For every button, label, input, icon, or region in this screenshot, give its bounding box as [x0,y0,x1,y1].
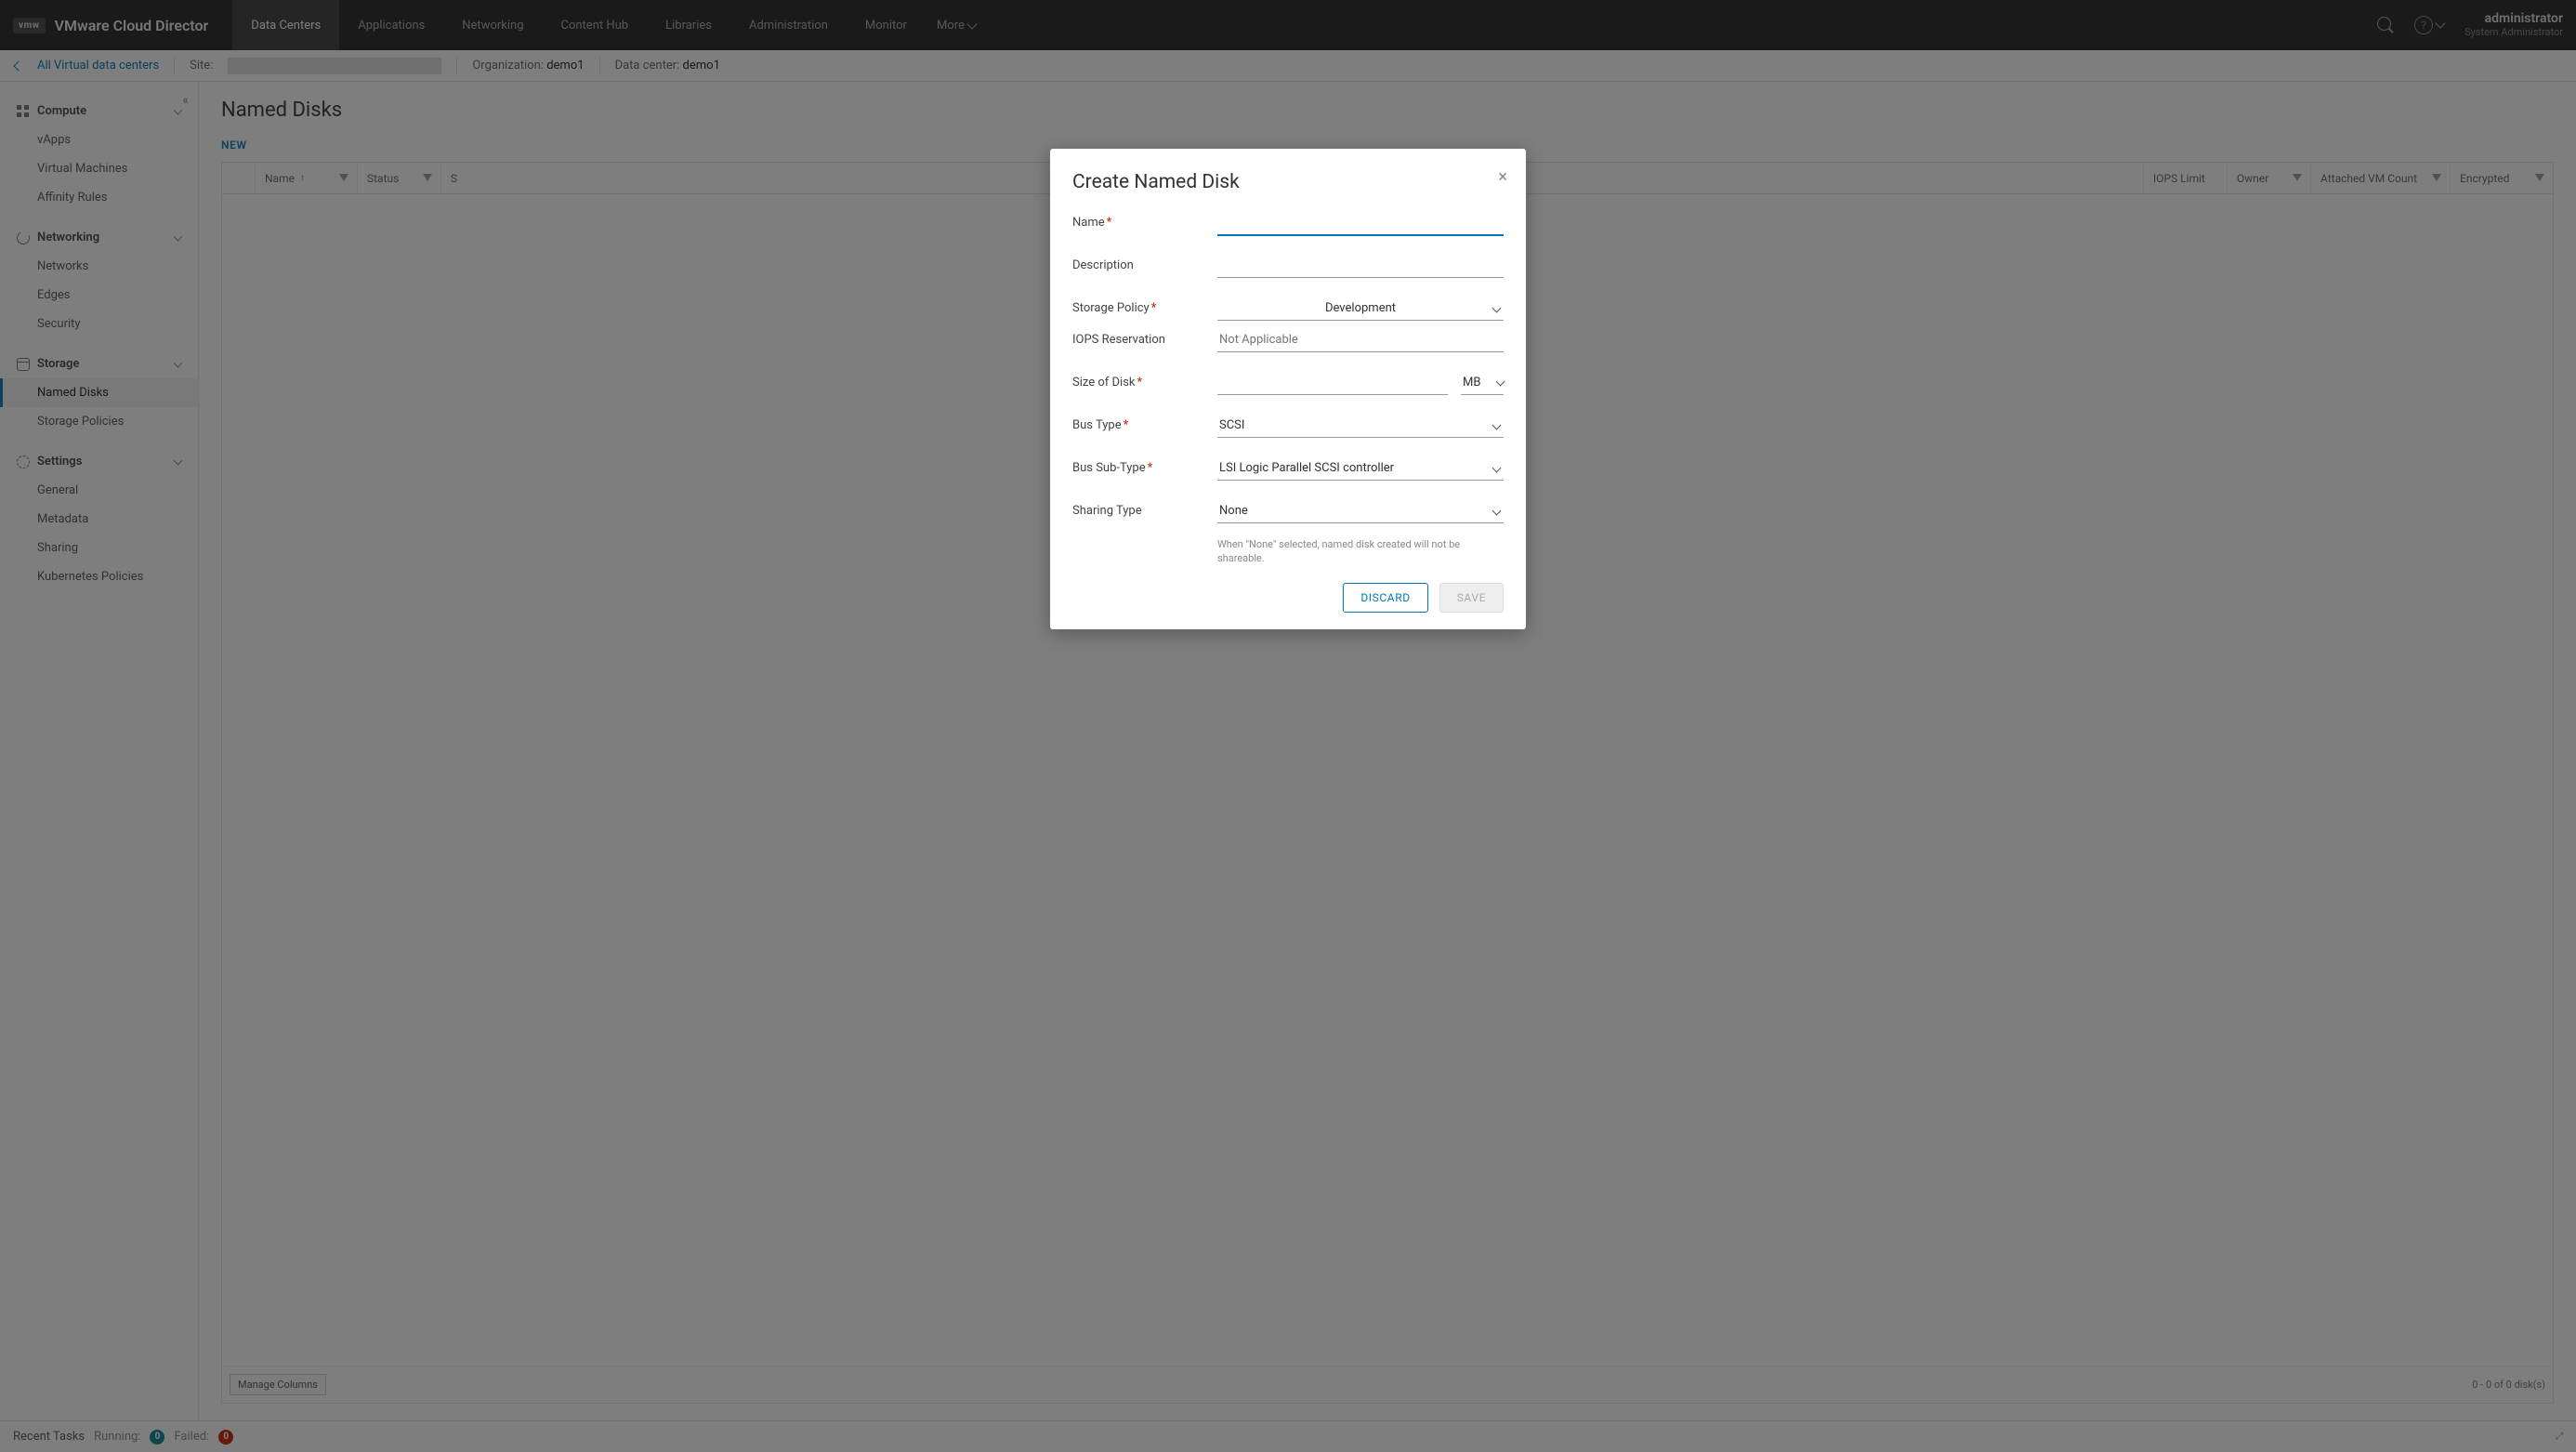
size-input[interactable] [1217,372,1448,395]
sharing-type-value: None [1217,500,1504,523]
bus-type-value: SCSI [1217,415,1504,438]
create-named-disk-modal: Create Named Disk × Name* Description St… [1050,149,1526,629]
iops-reservation-input [1217,329,1504,352]
label-iops-reservation: IOPS Reservation [1072,329,1217,347]
sharing-helper-text: When "None" selected, named disk created… [1217,537,1504,566]
label-bus-sub-type: Bus Sub-Type* [1072,457,1217,475]
size-unit-select[interactable]: MB [1461,376,1504,395]
label-description: Description [1072,255,1217,272]
label-sharing-type: Sharing Type [1072,500,1217,518]
modal-title: Create Named Disk [1072,171,1504,193]
discard-button[interactable]: DISCARD [1343,583,1427,613]
close-icon[interactable]: × [1498,169,1507,186]
label-name: Name* [1072,212,1217,230]
label-size-of-disk: Size of Disk* [1072,372,1217,389]
name-input[interactable] [1217,212,1504,236]
bus-sub-type-value: LSI Logic Parallel SCSI controller [1217,457,1504,481]
chevron-down-icon [1496,377,1505,387]
storage-policy-value: Development [1217,297,1504,321]
save-button[interactable]: SAVE [1439,583,1504,613]
description-input[interactable] [1217,255,1504,278]
modal-overlay: Create Named Disk × Name* Description St… [0,0,2576,1452]
storage-policy-select[interactable]: Development [1217,297,1504,321]
label-storage-policy: Storage Policy* [1072,297,1217,315]
size-unit-value: MB [1463,376,1480,389]
bus-sub-type-select[interactable]: LSI Logic Parallel SCSI controller [1217,457,1504,481]
bus-type-select[interactable]: SCSI [1217,415,1504,438]
sharing-type-select[interactable]: None [1217,500,1504,523]
label-bus-type: Bus Type* [1072,415,1217,432]
